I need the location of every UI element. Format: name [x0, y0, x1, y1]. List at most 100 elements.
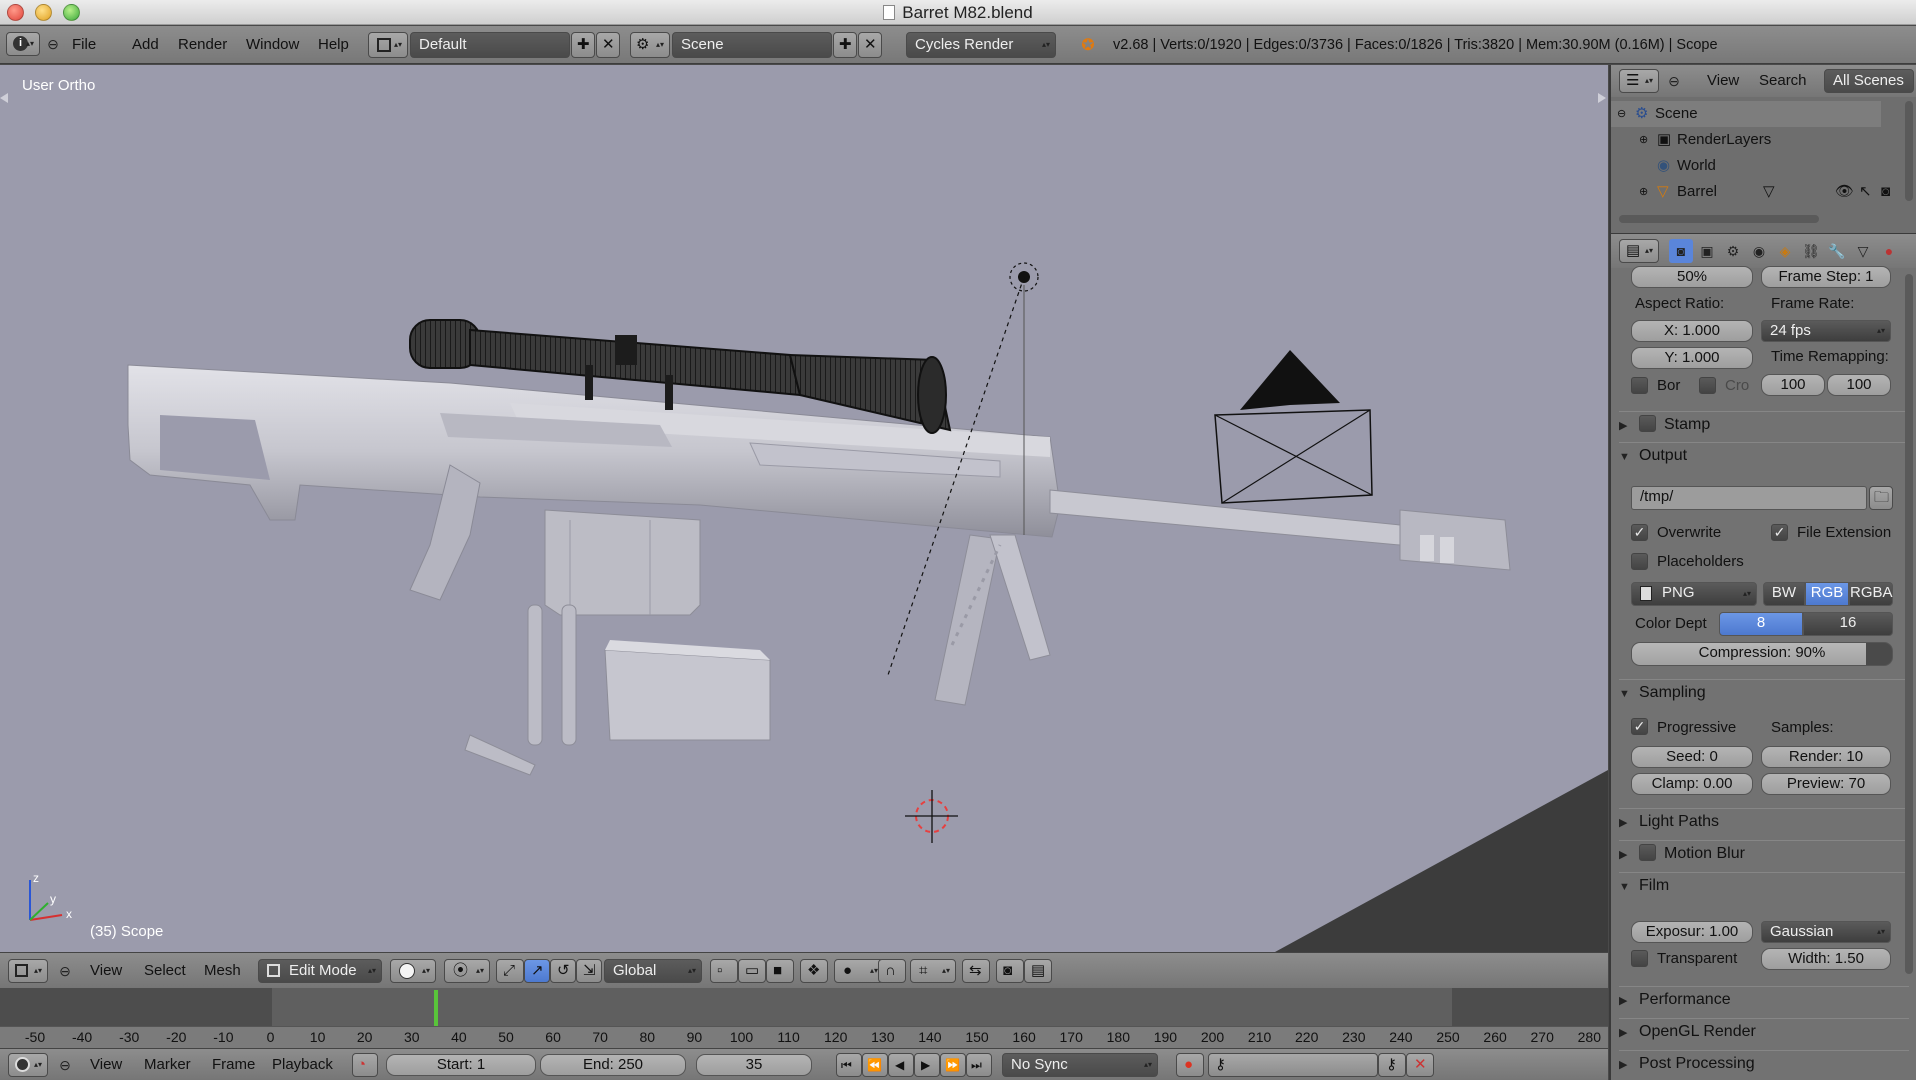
render-camera-icon[interactable]: ◙ [1881, 179, 1890, 205]
proportional-editing-dropdown[interactable]: ● [834, 959, 884, 983]
snap-element-dropdown[interactable]: ⌗ [910, 959, 956, 983]
properties-vertical-scrollbar[interactable] [1905, 274, 1913, 974]
object-tab-icon[interactable]: ◈ [1773, 239, 1797, 263]
current-frame-field[interactable]: 35 [696, 1054, 812, 1076]
outliner[interactable]: ☰ ⊖ View Search All Scenes ⊖ ⚙ Scene ⊕ ▣… [1609, 65, 1916, 233]
performance-panel-header[interactable]: ▶ Performance [1619, 986, 1909, 1012]
menu-add[interactable]: Add [132, 26, 159, 64]
render-animation-button[interactable]: ▤ [1024, 959, 1052, 983]
visibility-eye-icon[interactable]: 👁 [1835, 179, 1854, 205]
exposure-field[interactable]: Exposur: 1.00 [1631, 921, 1753, 943]
aspect-y-field[interactable]: Y: 1.000 [1631, 347, 1753, 369]
timeline-track[interactable] [0, 988, 1608, 1026]
time-remap-new-field[interactable]: 100 [1827, 374, 1891, 396]
collapse-menu-icon[interactable]: ⊖ [46, 36, 60, 52]
add-screen-button[interactable]: ✚ [571, 32, 595, 58]
editor-type-button[interactable] [8, 959, 48, 983]
stamp-panel-header[interactable]: ▶ Stamp [1619, 411, 1909, 437]
auto-keyframe-button[interactable]: ● [1176, 1053, 1204, 1077]
translate-manipulator-button[interactable]: ↗ [524, 959, 550, 983]
color-mode-rgb-button[interactable]: RGB [1805, 582, 1849, 606]
preview-samples-field[interactable]: Preview: 70 [1761, 773, 1891, 795]
frame-step-field[interactable]: Frame Step: 1 [1761, 266, 1891, 288]
3d-viewport[interactable]: User Ortho z x y (35) Scope [0, 65, 1608, 952]
uv-sync-button[interactable]: ⇆ [962, 959, 990, 983]
clamp-field[interactable]: Clamp: 0.00 [1631, 773, 1753, 795]
limit-selection-button[interactable]: ❖ [800, 959, 828, 983]
seed-field[interactable]: Seed: 0 [1631, 746, 1753, 768]
motion-blur-checkbox[interactable] [1639, 844, 1656, 861]
light-paths-panel-header[interactable]: ▶ Light Paths [1619, 808, 1909, 834]
editor-type-button[interactable] [8, 1053, 48, 1077]
scene-browse-button[interactable]: ⚙ [630, 32, 670, 58]
border-checkbox[interactable] [1631, 377, 1648, 394]
outliner-item-world[interactable]: ◉ World [1611, 153, 1881, 179]
editor-type-button[interactable]: i [6, 32, 40, 56]
scale-manipulator-button[interactable]: ⇲ [576, 959, 602, 983]
menu-render[interactable]: Render [178, 26, 227, 64]
output-path-field[interactable]: /tmp/ [1631, 486, 1867, 510]
viewport-shading-dropdown[interactable] [390, 959, 436, 983]
zoom-window-button[interactable] [63, 4, 80, 21]
file-extension-checkbox[interactable]: ✓ [1771, 524, 1788, 541]
editor-type-button[interactable]: ▤ [1619, 239, 1659, 263]
selectability-cursor-icon[interactable]: ↖ [1859, 179, 1872, 205]
time-remap-old-field[interactable]: 100 [1761, 374, 1825, 396]
outliner-vertical-scrollbar[interactable] [1905, 101, 1913, 201]
color-mode-rgba-button[interactable]: RGBA [1849, 582, 1893, 606]
film-panel-header[interactable]: ▼ Film [1619, 872, 1909, 898]
menu-search[interactable]: Search [1759, 65, 1807, 97]
material-tab-icon[interactable]: ● [1877, 239, 1901, 263]
jump-end-button[interactable]: ⏭ [966, 1053, 992, 1077]
jump-start-button[interactable]: ⏮ [836, 1053, 862, 1077]
sampling-panel-header[interactable]: ▼ Sampling [1619, 679, 1909, 705]
frame-rate-dropdown[interactable]: 24 fps [1761, 320, 1891, 342]
outliner-item-scene[interactable]: ⊖ ⚙ Scene [1611, 101, 1881, 127]
scene-tab-icon[interactable]: ⚙ [1721, 239, 1745, 263]
menu-file[interactable]: File [72, 26, 96, 64]
color-depth-16-button[interactable]: 16 [1803, 612, 1893, 636]
transparent-checkbox[interactable] [1631, 950, 1648, 967]
prev-keyframe-button[interactable]: ⏪ [862, 1053, 888, 1077]
scene-field[interactable]: Scene [672, 32, 832, 58]
pivot-point-dropdown[interactable]: ⦿ [444, 959, 490, 983]
render-view-button[interactable]: ◙ [996, 959, 1024, 983]
compression-slider[interactable]: Compression: 90% [1631, 642, 1893, 666]
play-reverse-button[interactable]: ◀ [888, 1053, 914, 1077]
filter-width-field[interactable]: Width: 1.50 [1761, 948, 1891, 970]
end-frame-field[interactable]: End: 250 [540, 1054, 686, 1076]
delete-scene-button[interactable]: ✕ [858, 32, 882, 58]
preview-range-toggle[interactable]: ◔ [352, 1053, 378, 1077]
mesh-data-tab-icon[interactable]: ▽ [1851, 239, 1875, 263]
outliner-horizontal-scrollbar[interactable] [1619, 215, 1819, 223]
manipulator-toggle[interactable]: ⤢ [496, 959, 524, 983]
snap-toggle[interactable]: ∩ [878, 959, 906, 983]
next-keyframe-button[interactable]: ⏩ [940, 1053, 966, 1077]
delete-keyframe-button[interactable]: ✕ [1406, 1053, 1434, 1077]
start-frame-field[interactable]: Start: 1 [386, 1054, 536, 1076]
overwrite-checkbox[interactable]: ✓ [1631, 524, 1648, 541]
transform-orientation-dropdown[interactable]: Global [604, 959, 702, 983]
delete-screen-button[interactable]: ✕ [596, 32, 620, 58]
editor-type-button[interactable]: ☰ [1619, 69, 1659, 93]
timeline-area[interactable]: -50 -40 -30 -20 -10 0 10 20 30 40 50 60 70 80 90 100 110… [0, 988, 1608, 1048]
edge-select-button[interactable]: ▭ [738, 959, 766, 983]
browse-folder-button[interactable]: 🗀 [1869, 486, 1893, 510]
collapse-menu-icon[interactable]: ⊖ [1667, 73, 1681, 89]
insert-keyframe-button[interactable]: ⚷ [1378, 1053, 1406, 1077]
outliner-item-renderlayers[interactable]: ⊕ ▣ RenderLayers [1611, 127, 1881, 153]
menu-frame[interactable]: Frame [212, 1049, 255, 1080]
menu-window[interactable]: Window [246, 26, 299, 64]
rotate-manipulator-button[interactable]: ↺ [550, 959, 576, 983]
properties-editor[interactable]: ▤ ◙ ▣ ⚙ ◉ ◈ ⛓ 🔧 ▽ ● 50% Frame Step: 1 As… [1609, 233, 1916, 1080]
crop-checkbox[interactable] [1699, 377, 1716, 394]
display-mode-dropdown[interactable]: All Scenes [1824, 69, 1914, 93]
constraints-tab-icon[interactable]: ⛓ [1799, 239, 1823, 263]
collapse-menu-icon[interactable]: ⊖ [58, 963, 72, 979]
menu-view[interactable]: View [90, 953, 122, 989]
output-panel-header[interactable]: ▼ Output [1619, 442, 1909, 468]
timeline-ruler[interactable]: -50 -40 -30 -20 -10 0 10 20 30 40 50 60 70 80 90 100 110… [0, 1026, 1608, 1048]
menu-playback[interactable]: Playback [272, 1049, 333, 1080]
world-tab-icon[interactable]: ◉ [1747, 239, 1771, 263]
post-processing-panel-header[interactable]: ▶ Post Processing [1619, 1050, 1909, 1076]
